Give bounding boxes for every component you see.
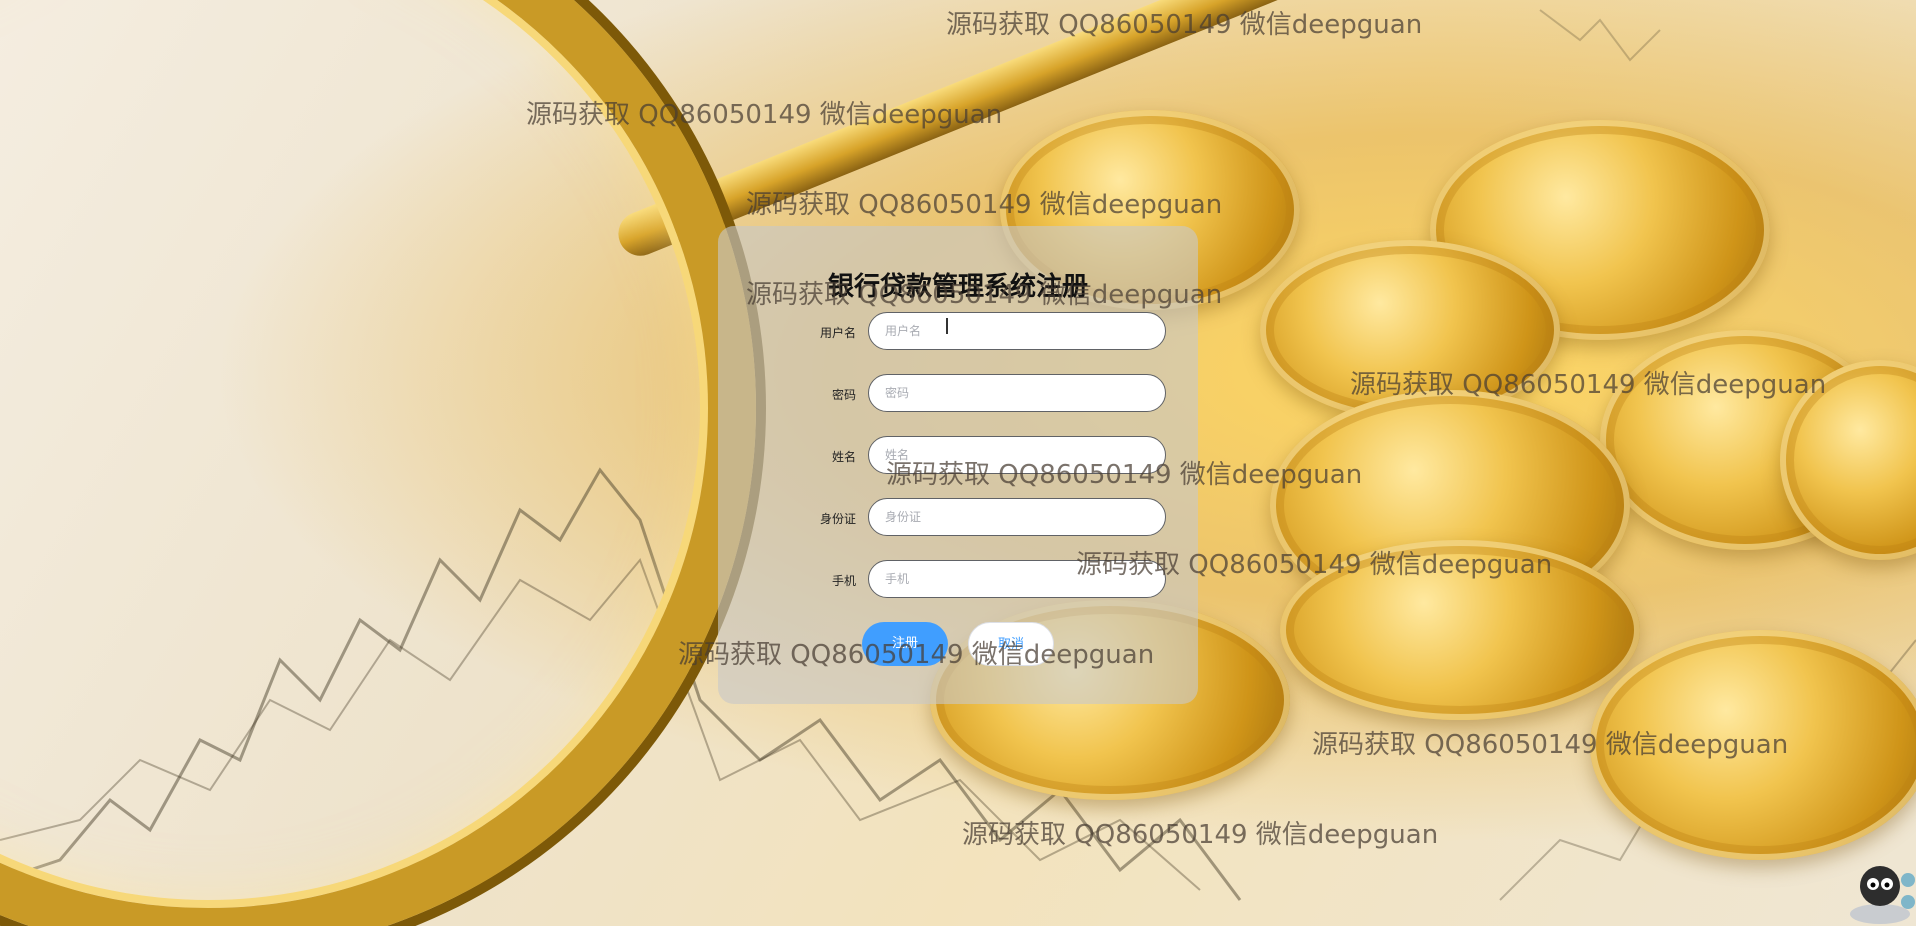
username-label: 用户名 (819, 326, 856, 340)
text-cursor-icon (946, 318, 948, 334)
mascot-icon (1850, 866, 1915, 924)
password-label: 密码 (831, 388, 856, 402)
phone-label: 手机 (831, 574, 856, 588)
phone-input[interactable] (868, 560, 1166, 598)
password-input[interactable] (868, 374, 1166, 412)
register-button[interactable]: 注册 (862, 622, 948, 666)
username-input[interactable] (868, 312, 1166, 350)
cancel-button[interactable]: 取消 (968, 622, 1054, 666)
id-card-input[interactable] (868, 498, 1166, 536)
name-input[interactable] (868, 436, 1166, 474)
register-card: 银行贷款管理系统注册 用户名 密码 姓名 身份证 手机 注册 取消 (718, 226, 1198, 704)
phone-row: 手机 (718, 560, 1198, 600)
id-card-row: 身份证 (718, 498, 1198, 538)
register-title: 银行贷款管理系统注册 (827, 272, 1088, 302)
username-row: 用户名 (718, 312, 1198, 352)
id-card-label: 身份证 (819, 512, 856, 526)
name-row: 姓名 (718, 436, 1198, 476)
name-label: 姓名 (831, 450, 856, 464)
coin-image (1590, 630, 1916, 860)
password-row: 密码 (718, 374, 1198, 414)
coin-image (1280, 540, 1640, 720)
